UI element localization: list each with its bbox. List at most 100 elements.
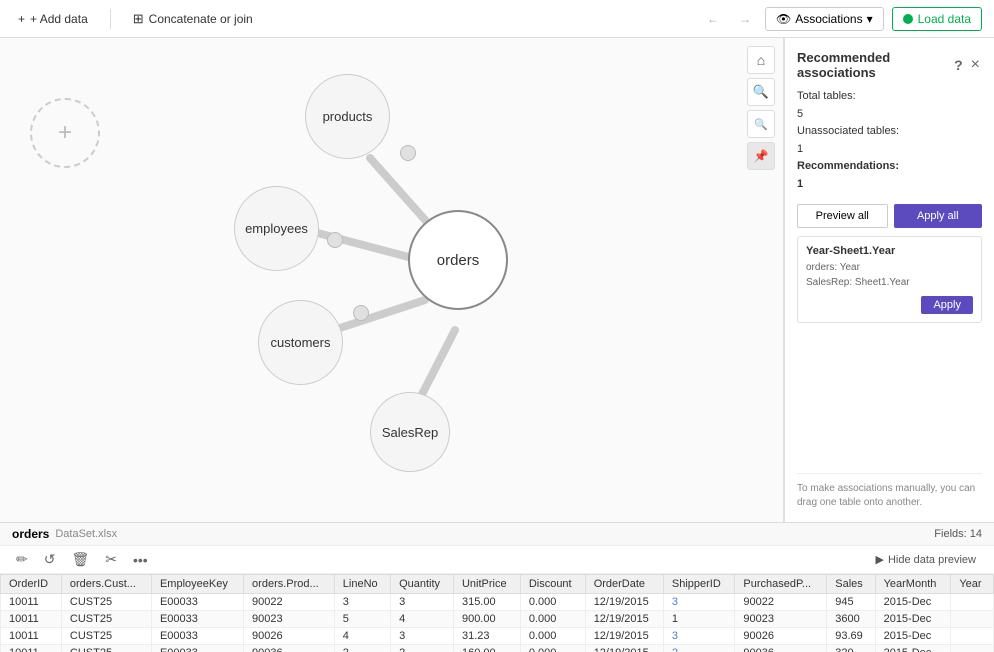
col-header-2: EmployeeKey xyxy=(151,575,243,594)
table-cell-1-0: 10011 xyxy=(1,611,62,628)
customers-node[interactable]: customers xyxy=(258,300,343,385)
connector-products[interactable] xyxy=(400,145,416,161)
panel-help-button[interactable]: ? xyxy=(952,54,965,76)
table-row: 10011CUST25E00033900264331.230.00012/19/… xyxy=(1,628,994,645)
table-cell-2-12: 2015-Dec xyxy=(875,628,951,645)
rec-detail-2: SalesRep: Sheet1.Year xyxy=(806,275,973,290)
table-row: 10011CUST25E000339002233315.000.00012/19… xyxy=(1,594,994,611)
trash-icon: 🗑 xyxy=(71,551,89,567)
table-cell-1-4: 5 xyxy=(334,611,390,628)
table-cell-2-11: 93.69 xyxy=(827,628,875,645)
customers-label: customers xyxy=(271,335,331,350)
panel-actions: ? × xyxy=(952,54,982,76)
zoom-in-icon: 🔍 xyxy=(753,84,769,100)
table-cell-3-9[interactable]: 2 xyxy=(663,645,735,652)
add-node-button[interactable]: + xyxy=(30,98,100,168)
table-cell-1-7: 0.000 xyxy=(520,611,585,628)
table-cell-3-13 xyxy=(951,645,994,652)
concat-label: Concatenate or join xyxy=(149,12,253,26)
table-cell-3-11: 320 xyxy=(827,645,875,652)
apply-all-button[interactable]: Apply all xyxy=(894,204,983,228)
table-cell-1-2: E00033 xyxy=(151,611,243,628)
more-button[interactable]: ••• xyxy=(129,550,152,570)
redo-button[interactable]: → xyxy=(733,9,757,29)
apply-button[interactable]: Apply xyxy=(921,296,973,314)
orders-label: orders xyxy=(437,252,480,269)
toolbar-separator xyxy=(110,9,111,29)
table-cell-2-9[interactable]: 3 xyxy=(663,628,735,645)
products-node[interactable]: products xyxy=(305,74,390,159)
orders-node[interactable]: orders xyxy=(408,210,508,310)
panel-title: Recommended associations xyxy=(797,50,952,80)
eye-icon: 👁 xyxy=(776,12,791,26)
table-cell-3-10: 90036 xyxy=(735,645,827,652)
table-cell-2-8: 12/19/2015 xyxy=(585,628,663,645)
table-cell-2-6: 31.23 xyxy=(453,628,520,645)
table-cell-1-8: 12/19/2015 xyxy=(585,611,663,628)
total-tables-row: Total tables: 5 xyxy=(797,88,982,123)
recommendations-panel: Recommended associations ? × Total table… xyxy=(784,38,994,522)
table-cell-0-12: 2015-Dec xyxy=(875,594,951,611)
main-area: + products employees orders customers Sa… xyxy=(0,38,994,522)
table-cell-1-11: 3600 xyxy=(827,611,875,628)
home-view-button[interactable]: ⌂ xyxy=(747,46,775,74)
data-table-wrap: OrderIDorders.Cust...EmployeeKeyorders.P… xyxy=(0,574,994,652)
refresh-button[interactable]: ↺ xyxy=(40,549,60,570)
table-cell-0-0: 10011 xyxy=(1,594,62,611)
table-cell-1-3: 90023 xyxy=(244,611,335,628)
table-cell-1-12: 2015-Dec xyxy=(875,611,951,628)
employees-node[interactable]: employees xyxy=(234,186,319,271)
table-cell-0-3: 90022 xyxy=(244,594,335,611)
table-cell-0-8: 12/19/2015 xyxy=(585,594,663,611)
add-node-icon: + xyxy=(58,119,72,147)
table-cell-0-2: E00033 xyxy=(151,594,243,611)
col-header-0: OrderID xyxy=(1,575,62,594)
hide-preview-label: Hide data preview xyxy=(888,554,976,566)
data-header-left: orders DataSet.xlsx xyxy=(12,527,117,541)
table-cell-0-6: 315.00 xyxy=(453,594,520,611)
table-cell-3-1: CUST25 xyxy=(61,645,151,652)
zoom-in-button[interactable]: 🔍 xyxy=(747,78,775,106)
col-header-4: LineNo xyxy=(334,575,390,594)
employees-label: employees xyxy=(245,221,308,236)
cut-button[interactable]: ✂ xyxy=(101,549,121,570)
add-data-button[interactable]: + + Add data xyxy=(12,9,94,29)
undo-button[interactable]: ← xyxy=(701,9,725,29)
toolbar-right: ← → 👁 Associations ▾ Load data xyxy=(701,7,982,31)
data-header: orders DataSet.xlsx Fields: 14 xyxy=(0,523,994,546)
main-toolbar: + + Add data ⊞ Concatenate or join ← → 👁… xyxy=(0,0,994,38)
connector-employees[interactable] xyxy=(327,232,343,248)
panel-close-button[interactable]: × xyxy=(969,54,982,76)
table-cell-0-9[interactable]: 3 xyxy=(663,594,735,611)
table-cell-0-11: 945 xyxy=(827,594,875,611)
hide-preview-button[interactable]: ▶ Hide data preview xyxy=(869,551,982,568)
table-cell-2-0: 10011 xyxy=(1,628,62,645)
data-fields: Fields: 14 xyxy=(934,528,982,540)
concatenate-button[interactable]: ⊞ Concatenate or join xyxy=(127,8,259,30)
panel-header: Recommended associations ? × xyxy=(797,50,982,80)
cut-icon: ✂ xyxy=(105,551,117,567)
table-cell-1-1: CUST25 xyxy=(61,611,151,628)
zoom-out-button[interactable]: 🔍 xyxy=(747,110,775,138)
canvas-toolbar: ⌂ 🔍 🔍 📌 xyxy=(747,46,775,170)
circle-green-icon xyxy=(903,14,913,24)
salesrep-node[interactable]: SalesRep xyxy=(370,392,450,472)
delete-button[interactable]: 🗑 xyxy=(67,549,93,570)
table-cell-3-4: 2 xyxy=(334,645,390,652)
pin-icon: 📌 xyxy=(754,149,769,163)
more-icon: ••• xyxy=(133,552,148,568)
preview-all-button[interactable]: Preview all xyxy=(797,204,888,228)
recommendation-card: Year-Sheet1.Year orders: Year SalesRep: … xyxy=(797,236,982,323)
edit-button[interactable]: ✏ xyxy=(12,549,32,570)
pin-button[interactable]: 📌 xyxy=(747,142,775,170)
unassociated-row: Unassociated tables: 1 xyxy=(797,123,982,158)
col-header-5: Quantity xyxy=(391,575,454,594)
connector-customers[interactable] xyxy=(353,305,369,321)
associations-button[interactable]: 👁 Associations ▾ xyxy=(765,7,884,31)
table-row: 10011CUST25E000339002354900.000.00012/19… xyxy=(1,611,994,628)
load-data-button[interactable]: Load data xyxy=(892,7,982,31)
col-header-13: Year xyxy=(951,575,994,594)
table-cell-2-7: 0.000 xyxy=(520,628,585,645)
table-cell-0-7: 0.000 xyxy=(520,594,585,611)
col-header-7: Discount xyxy=(520,575,585,594)
